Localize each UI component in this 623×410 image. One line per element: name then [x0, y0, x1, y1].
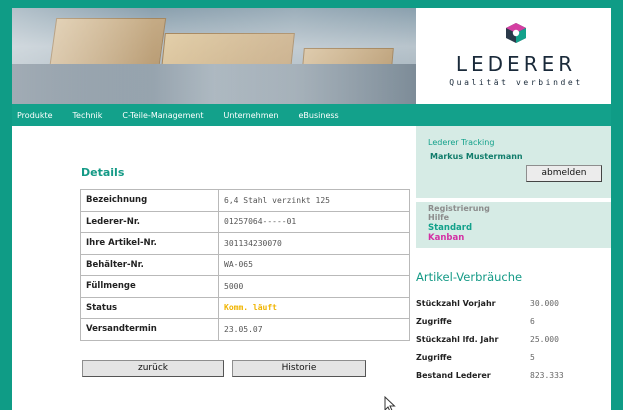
usage-label: Zugriffe — [416, 316, 452, 326]
table-row: Behälter-Nr. WA-065 — [80, 253, 410, 276]
nav-item-technik[interactable]: Technik — [73, 111, 103, 120]
logout-button[interactable]: abmelden — [526, 165, 602, 182]
row-label: Status — [80, 296, 219, 319]
main-nav: Produkte Technik C-Teile-Management Unte… — [12, 104, 416, 126]
row-value: 301134230070 — [218, 232, 410, 255]
usage-heading: Artikel-Verbräuche — [416, 270, 523, 284]
list-item: Zugriffe 5 — [416, 348, 616, 366]
logo[interactable]: LEDERER Qualität verbindet — [416, 8, 616, 104]
details-table: Bezeichnung 6,4 Stahl verzinkt 125 Leder… — [80, 189, 410, 341]
panel-divider — [416, 198, 616, 202]
row-label: Füllmenge — [80, 275, 219, 298]
logo-name: LEDERER — [455, 52, 577, 76]
user-name: Markus Mustermann — [430, 152, 523, 161]
usage-label: Zugriffe — [416, 352, 452, 362]
table-row: Ihre Artikel-Nr. 301134230070 — [80, 232, 410, 255]
mouse-cursor-icon — [384, 396, 396, 410]
usage-label: Stückzahl lfd. Jahr — [416, 334, 499, 344]
table-row: Status Komm. läuft — [80, 296, 410, 319]
right-border — [611, 8, 616, 410]
banner-overlay — [12, 8, 416, 104]
lederer-logo-icon — [506, 23, 526, 43]
usage-value: 25.000 — [530, 334, 559, 344]
mode-standard-link[interactable]: Standard — [428, 223, 472, 233]
tracking-title: Lederer Tracking — [428, 138, 495, 147]
list-item: Stückzahl Vorjahr 30.000 — [416, 294, 616, 312]
nav-item-unternehmen[interactable]: Unternehmen — [224, 111, 279, 120]
details-heading: Details — [81, 166, 125, 179]
usage-value: 6 — [530, 316, 535, 326]
usage-value: 30.000 — [530, 298, 559, 308]
usage-value: 823.333 — [530, 370, 564, 380]
table-row: Lederer-Nr. 01257064-----01 — [80, 210, 410, 233]
table-row: Versandtermin 23.05.07 — [80, 318, 410, 341]
usage-list: Stückzahl Vorjahr 30.000 Zugriffe 6 Stüc… — [416, 294, 616, 384]
page-frame: LEDERER Qualität verbindet Produkte Tech… — [12, 8, 616, 410]
usage-label: Bestand Lederer — [416, 370, 491, 380]
nav-item-c-teile-management[interactable]: C-Teile-Management — [122, 111, 203, 120]
row-value: 5000 — [218, 275, 410, 298]
back-button[interactable]: zurück — [82, 360, 224, 377]
row-value: 6,4 Stahl verzinkt 125 — [218, 189, 410, 212]
history-button[interactable]: Historie — [232, 360, 366, 377]
usage-label: Stückzahl Vorjahr — [416, 298, 496, 308]
table-row: Bezeichnung 6,4 Stahl verzinkt 125 — [80, 189, 410, 212]
usage-value: 5 — [530, 352, 535, 362]
nav-bar-right — [416, 104, 616, 126]
list-item: Zugriffe 6 — [416, 312, 616, 330]
row-label: Ihre Artikel-Nr. — [80, 232, 219, 255]
nav-item-ebusiness[interactable]: eBusiness — [299, 111, 339, 120]
header-banner-image — [12, 8, 416, 104]
row-label: Bezeichnung — [80, 189, 219, 212]
nav-item-produkte[interactable]: Produkte — [17, 111, 53, 120]
row-value: 01257064-----01 — [218, 210, 410, 233]
row-label: Behälter-Nr. — [80, 253, 219, 276]
mode-panel: Standard Kanban — [416, 220, 616, 244]
row-value: 23.05.07 — [218, 318, 410, 341]
registration-link[interactable]: Registrierung — [428, 204, 490, 213]
logo-slogan: Qualität verbindet — [449, 78, 583, 87]
table-row: Füllmenge 5000 — [80, 275, 410, 298]
mode-kanban-link[interactable]: Kanban — [428, 233, 464, 243]
list-item: Stückzahl lfd. Jahr 25.000 — [416, 330, 616, 348]
row-value: WA-065 — [218, 253, 410, 276]
row-label: Lederer-Nr. — [80, 210, 219, 233]
list-item: Bestand Lederer 823.333 — [416, 366, 616, 384]
status-value: Komm. läuft — [218, 296, 410, 319]
row-label: Versandtermin — [80, 318, 219, 341]
